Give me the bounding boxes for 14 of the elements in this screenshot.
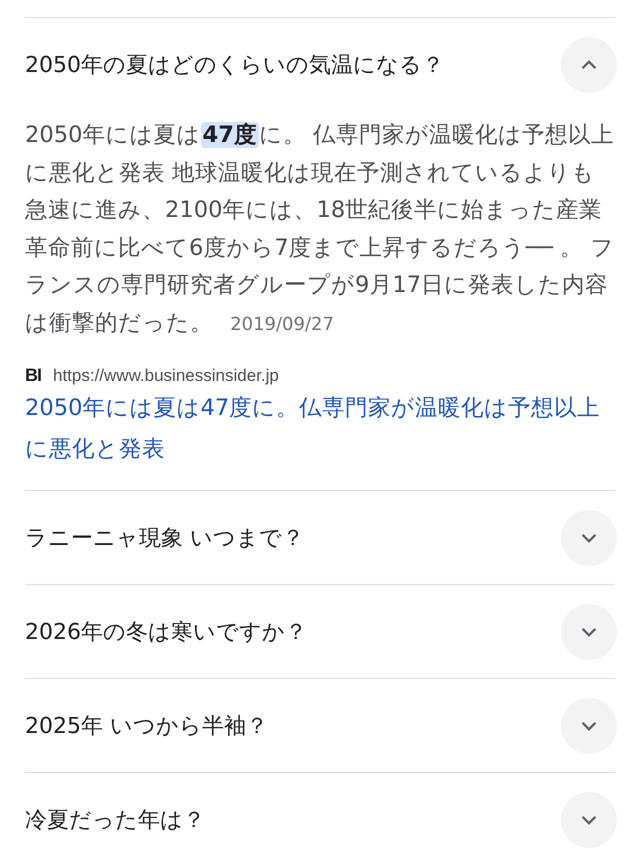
chevron-up-icon — [581, 60, 597, 70]
site-logo: BI — [25, 365, 41, 386]
chevron-down-icon — [581, 626, 597, 636]
chevron-down-icon — [581, 720, 597, 730]
chevron-down-icon — [581, 532, 597, 542]
question-text: 2025年 いつから半袖？ — [25, 712, 268, 740]
question-text: ラニーニャ現象 いつまで？ — [25, 524, 304, 552]
answer-date: 2019/09/27 — [230, 314, 334, 334]
result-link[interactable]: 2050年には夏は47度に。仏専門家が温暖化は予想以上に悪化と発表 — [25, 388, 615, 470]
source-url: https://www.businessinsider.jp — [53, 366, 279, 386]
chevron-down-icon — [581, 814, 597, 824]
question-text: 冷夏だった年は？ — [25, 806, 205, 834]
question-text: 2050年の夏はどのくらいの気温になる？ — [25, 52, 444, 80]
question-text: 2026年の冬は寒いですか？ — [25, 618, 307, 646]
